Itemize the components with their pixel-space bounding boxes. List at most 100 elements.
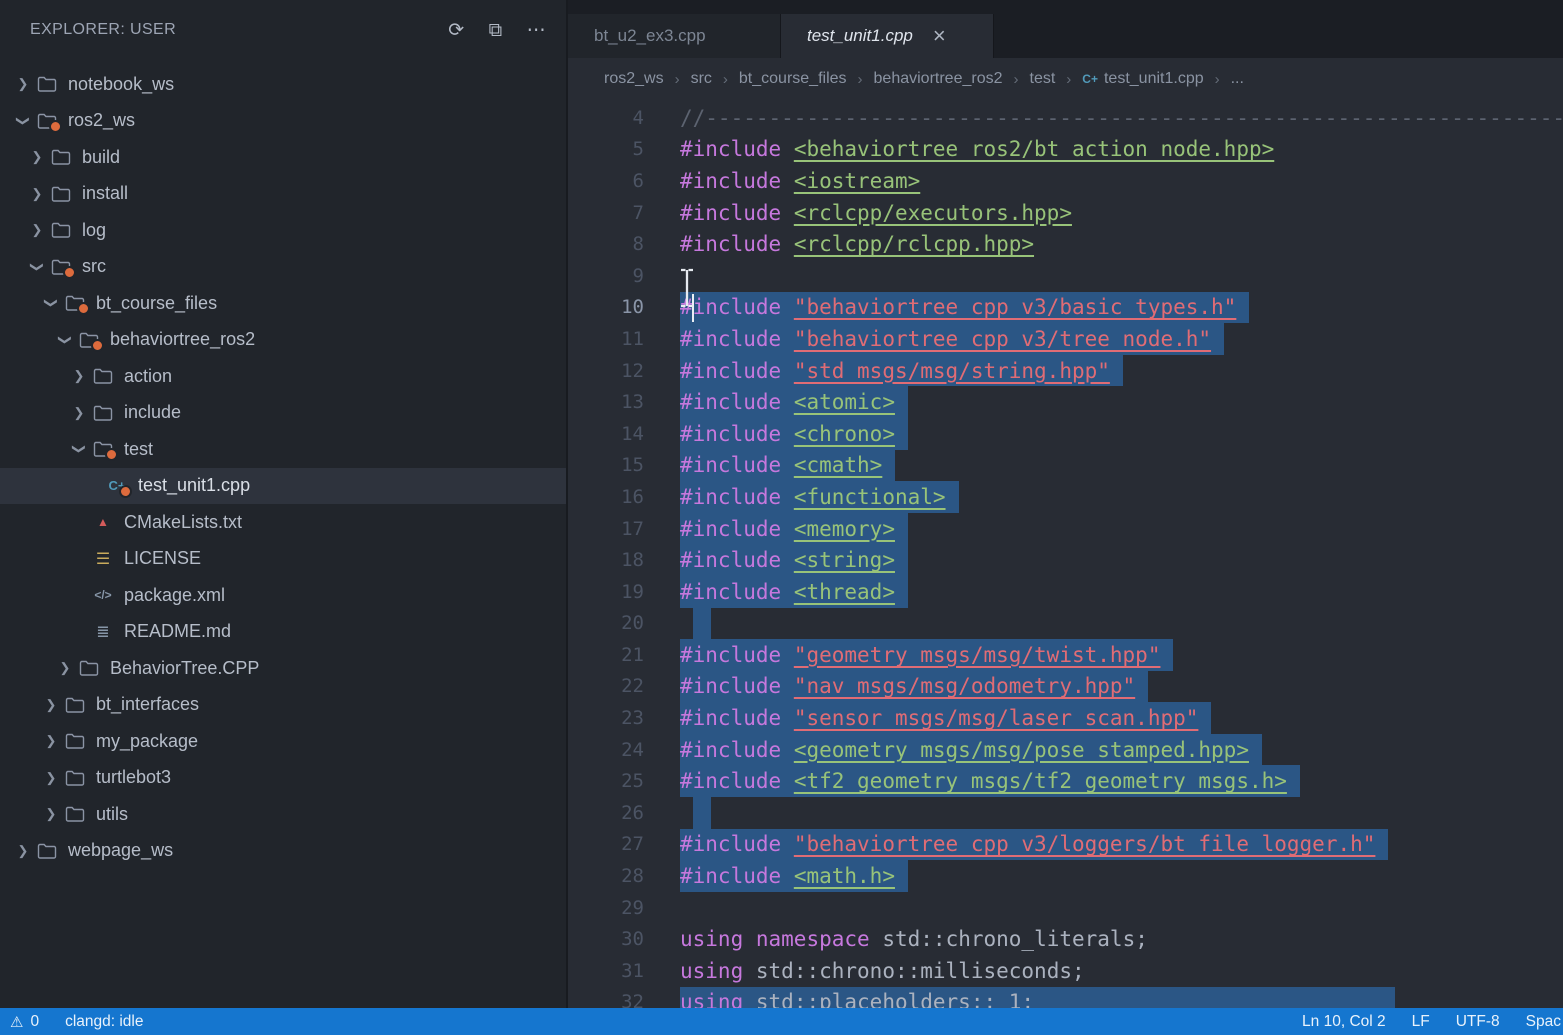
tree-item-test_unit1.cpp[interactable]: C+test_unit1.cpp — [0, 468, 566, 505]
code-line-22[interactable]: 22#include "nav_msgs/msg/odometry.hpp" — [568, 671, 1563, 703]
tree-item-label: LICENSE — [124, 548, 201, 569]
clangd-status[interactable]: clangd: idle — [65, 1013, 143, 1031]
tree-item-install[interactable]: ❯install — [0, 176, 566, 213]
code-line-7[interactable]: 7#include <rclcpp/executors.hpp> — [568, 197, 1563, 229]
tree-item-CMakeLists.txt[interactable]: ▲CMakeLists.txt — [0, 504, 566, 541]
code-line-32[interactable]: 32using std::placeholders::_1; — [568, 987, 1563, 1008]
tree-item-test[interactable]: ❯ test — [0, 431, 566, 468]
code-line-4[interactable]: 4//-------------------------------------… — [568, 102, 1563, 134]
code-line-26[interactable]: 26 — [568, 797, 1563, 829]
code-line-13[interactable]: 13#include <atomic> — [568, 386, 1563, 418]
breadcrumb-item-test_unit1.cpp[interactable]: test_unit1.cpp — [1104, 70, 1204, 88]
tree-item-webpage_ws[interactable]: ❯webpage_ws — [0, 833, 566, 870]
breadcrumb-item-src[interactable]: src — [691, 70, 712, 88]
code-token: namespace — [756, 927, 870, 951]
breadcrumb-item-ros2_ws[interactable]: ros2_ws — [604, 70, 664, 88]
code-line-11[interactable]: 11#include "behaviortree_cpp_v3/tree_nod… — [568, 323, 1563, 355]
tree-item-log[interactable]: ❯log — [0, 212, 566, 249]
code-line-25[interactable]: 25#include <tf2_geometry_msgs/tf2_geomet… — [568, 765, 1563, 797]
license-icon: ☰ — [91, 549, 115, 569]
code-line-28[interactable]: 28#include <math.h> — [568, 860, 1563, 892]
line-content: #include <tf2_geometry_msgs/tf2_geometry… — [680, 765, 1300, 797]
tree-item-LICENSE[interactable]: ☰ LICENSE — [0, 541, 566, 578]
code-token: ; — [1072, 959, 1085, 983]
explorer-sidebar: EXPLORER: USER ⟳⧉⋯ ❯notebook_ws❯ros2_ws❯… — [0, 0, 566, 1008]
tree-item-bt_interfaces[interactable]: ❯bt_interfaces — [0, 687, 566, 724]
tab-test_unit1.cpp[interactable]: test_unit1.cpp × — [781, 14, 994, 58]
breadcrumb-item-bt_course_files[interactable]: bt_course_files — [739, 70, 847, 88]
code-token — [781, 769, 794, 793]
code-editor[interactable]: 4//-------------------------------------… — [568, 100, 1563, 1008]
code-line-14[interactable]: 14#include <chrono> — [568, 418, 1563, 450]
tree-item-include[interactable]: ❯include — [0, 395, 566, 432]
tree-item-package.xml[interactable]: </>package.xml — [0, 577, 566, 614]
line-number: 17 — [568, 518, 644, 540]
tree-item-notebook_ws[interactable]: ❯notebook_ws — [0, 66, 566, 103]
code-line-8[interactable]: 8#include <rclcpp/rclcpp.hpp> — [568, 228, 1563, 260]
chevron-down-icon: ❯ — [71, 440, 87, 458]
code-line-19[interactable]: 19#include <thread> — [568, 576, 1563, 608]
close-icon[interactable]: × — [929, 25, 950, 47]
code-line-12[interactable]: 12#include "std_msgs/msg/string.hpp" — [568, 355, 1563, 387]
code-line-10[interactable]: 10#include "behaviortree_cpp_v3/basic_ty… — [568, 292, 1563, 324]
code-line-21[interactable]: 21#include "geometry_msgs/msg/twist.hpp" — [568, 639, 1563, 671]
line-content: #include "behaviortree_cpp_v3/loggers/bt… — [680, 829, 1388, 861]
line-content: #include <math.h> — [680, 860, 908, 892]
tree-item-label: test — [124, 439, 153, 460]
code-line-6[interactable]: 6#include <iostream> — [568, 165, 1563, 197]
code-line-15[interactable]: 15#include <cmath> — [568, 450, 1563, 482]
chevron-down-icon: ❯ — [15, 112, 31, 130]
more-actions-icon[interactable]: ⋯ — [527, 21, 546, 40]
code-line-30[interactable]: 30using namespace std::chrono_literals; — [568, 923, 1563, 955]
tree-item-bt_course_files[interactable]: ❯bt_course_files — [0, 285, 566, 322]
tree-item-build[interactable]: ❯build — [0, 139, 566, 176]
tree-item-label: turtlebot3 — [96, 767, 171, 788]
code-line-31[interactable]: 31using std::chrono::milliseconds; — [568, 955, 1563, 987]
tree-item-ros2_ws[interactable]: ❯ros2_ws — [0, 103, 566, 140]
code-line-27[interactable]: 27#include "behaviortree_cpp_v3/loggers/… — [568, 829, 1563, 861]
code-line-29[interactable]: 29 — [568, 892, 1563, 924]
encoding-indicator[interactable]: UTF-8 — [1456, 1013, 1500, 1031]
code-token: #include — [680, 137, 781, 161]
code-line-18[interactable]: 18#include <string> — [568, 544, 1563, 576]
code-token: <geometry_msgs/msg/pose_stamped.hpp> — [794, 738, 1249, 762]
breadcrumb-item-test[interactable]: test — [1030, 70, 1056, 88]
code-line-17[interactable]: 17 #include <memory> — [568, 513, 1563, 545]
breadcrumb-item-behaviortree_ros2[interactable]: behaviortree_ros2 — [874, 70, 1003, 88]
breadcrumb-item-...[interactable]: ... — [1231, 70, 1244, 88]
tree-item-turtlebot3[interactable]: ❯turtlebot3 — [0, 760, 566, 797]
tree-item-BehaviorTree.CPP[interactable]: ❯BehaviorTree.CPP — [0, 650, 566, 687]
code-line-20[interactable]: 20 — [568, 608, 1563, 640]
tree-item-action[interactable]: ❯action — [0, 358, 566, 395]
code-line-9[interactable]: 9 — [568, 260, 1563, 292]
code-token: <cmath> — [794, 453, 883, 477]
code-token — [781, 390, 794, 414]
tree-item-behaviortree_ros2[interactable]: ❯behaviortree_ros2 — [0, 322, 566, 359]
tree-item-label: install — [82, 183, 128, 204]
code-line-23[interactable]: 23#include "sensor_msgs/msg/laser_scan.h… — [568, 702, 1563, 734]
refresh-icon[interactable]: ⟳ — [448, 21, 464, 40]
code-line-5[interactable]: 5#include <behaviortree_ros2/bt_action_n… — [568, 134, 1563, 166]
code-token — [781, 295, 794, 319]
code-line-16[interactable]: 16#include <functional> — [568, 481, 1563, 513]
tree-item-utils[interactable]: ❯utils — [0, 796, 566, 833]
tab-bt_u2_ex3.cpp[interactable]: bt_u2_ex3.cpp — [568, 14, 781, 58]
problems-indicator[interactable]: ⚠ 0 — [10, 1013, 39, 1031]
tab-label: test_unit1.cpp — [807, 26, 913, 46]
code-token: _1 — [996, 990, 1021, 1008]
tree-item-my_package[interactable]: ❯my_package — [0, 723, 566, 760]
code-token: using — [680, 927, 743, 951]
cursor-position[interactable]: Ln 10, Col 2 — [1302, 1013, 1386, 1031]
folder-icon — [77, 330, 101, 350]
code-token: #include — [680, 390, 781, 414]
folder-icon — [91, 403, 115, 423]
tree-item-src[interactable]: ❯src — [0, 249, 566, 286]
code-line-24[interactable]: 24#include <geometry_msgs/msg/pose_stamp… — [568, 734, 1563, 766]
selection-highlight: #include <memory> — [680, 513, 908, 545]
code-token: <math.h> — [794, 864, 895, 888]
tree-item-README.md[interactable]: ≣README.md — [0, 614, 566, 651]
indent-indicator[interactable]: Spac — [1526, 1013, 1561, 1031]
breadcrumb-separator-icon: › — [1014, 71, 1019, 88]
collapse-folders-icon[interactable]: ⧉ — [489, 21, 503, 40]
eol-indicator[interactable]: LF — [1412, 1013, 1430, 1031]
